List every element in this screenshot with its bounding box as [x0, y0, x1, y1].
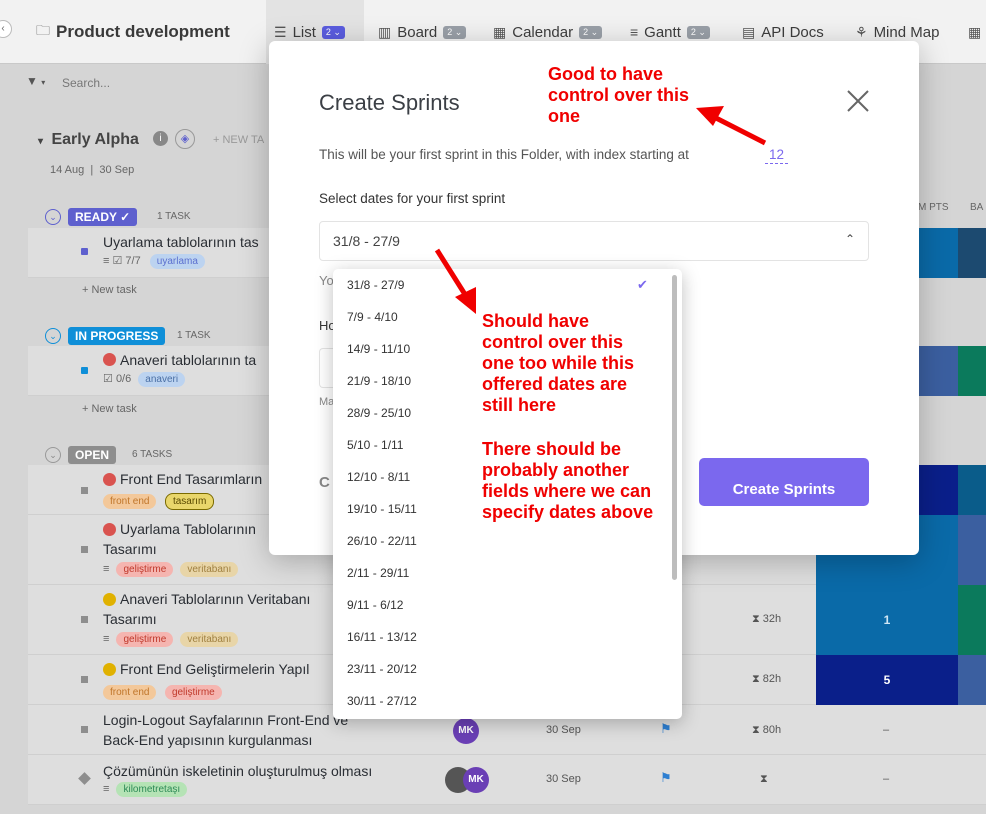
arrow-2: [434, 248, 476, 314]
arrow-1: [696, 106, 767, 146]
annotation-arrows: [434, 106, 767, 314]
